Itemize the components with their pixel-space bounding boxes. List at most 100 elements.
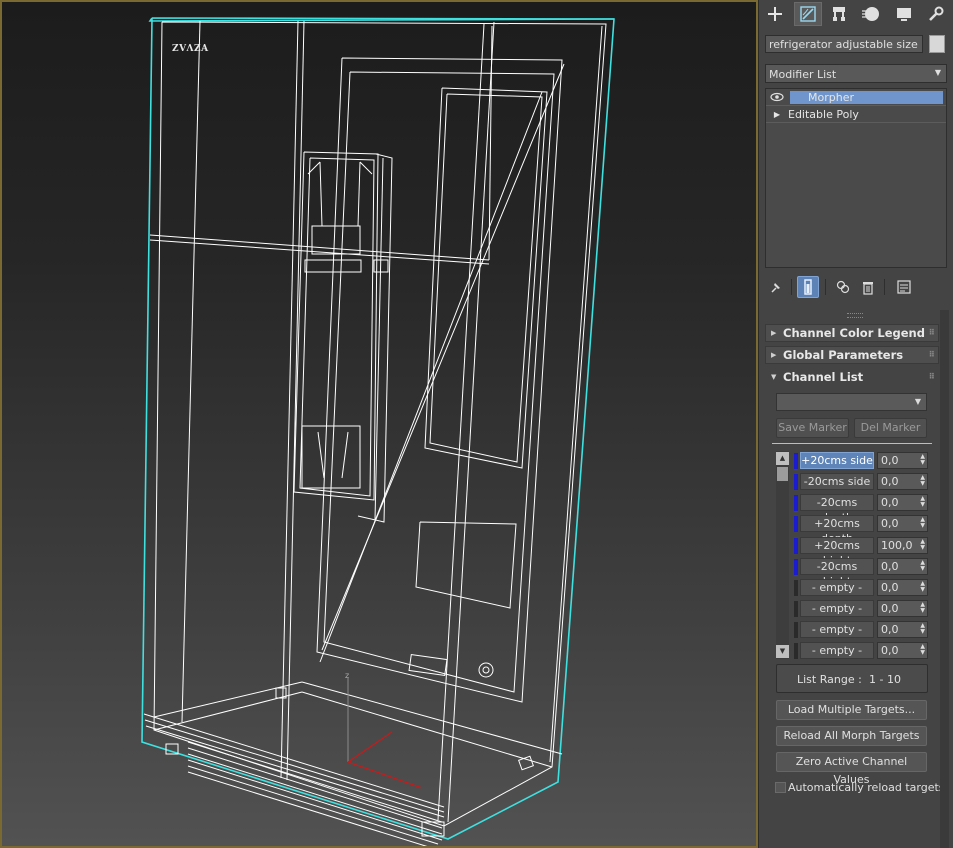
channel-scrollbar[interactable]: ▲ ▼ [776,451,789,659]
channel-name-button[interactable]: -20cms hight [800,558,874,588]
save-marker-button[interactable]: Save Marker [776,418,849,438]
scroll-down-arrow-icon[interactable]: ▼ [776,645,789,658]
rollout-title: Channel Color Legend [783,326,925,340]
pin-stack-button[interactable] [765,276,787,298]
trash-icon [863,282,873,295]
perspective-viewport[interactable]: z ZVɅZA [0,0,758,848]
modifier-stack: Morpher ▶ Editable Poly [765,88,947,268]
spinner-arrows-icon[interactable]: ▲ ▼ [920,623,925,635]
channel-value: 0,0 [881,602,899,615]
channel-row: +20cms hight 100,0 ▲▼ [794,537,929,567]
show-end-result-button[interactable] [797,276,819,298]
scroll-thumb[interactable] [777,467,788,481]
channel-value: 0,0 [881,644,899,657]
channel-name-button[interactable]: +20cms hight [800,537,874,567]
panel-splitter-handle[interactable] [847,313,863,318]
end-result-icon [804,279,812,295]
scroll-up-arrow-icon[interactable]: ▲ [776,452,789,465]
channel-name-button[interactable]: - empty - [800,621,874,638]
motion-tab[interactable] [857,2,885,26]
channel-color-indicator [794,516,798,532]
utilities-tab[interactable] [922,2,950,26]
channel-name-button[interactable]: - empty - [800,600,874,617]
hierarchy-tab[interactable] [825,2,853,26]
command-panel-tabs [759,0,953,28]
channel-color-indicator [794,495,798,511]
modify-tab[interactable] [794,2,822,26]
channel-value-spinner[interactable]: 0,0 ▲ ▼ [877,621,928,638]
spinner-arrows-icon[interactable]: ▲ ▼ [920,475,925,487]
make-unique-button[interactable] [832,276,854,298]
stack-item-editable-poly[interactable]: ▶ Editable Poly [766,106,946,123]
selection-outline [141,17,615,840]
spinner-arrows-icon[interactable]: ▲ ▼ [920,644,925,656]
channel-value: 0,0 [881,517,899,530]
motion-icon [862,7,879,21]
panel-scrollbar[interactable] [940,310,949,848]
channel-value: 0,0 [881,581,899,594]
spinner-arrows-icon[interactable]: ▲ ▼ [920,581,925,593]
collapsed-triangle-icon: ▶ [771,329,777,337]
channel-value-spinner[interactable]: 0,0 ▲ ▼ [877,558,928,575]
channel-color-indicator [794,643,798,659]
del-marker-button[interactable]: Del Marker [854,418,927,438]
remove-modifier-button[interactable] [857,276,879,298]
channel-color-indicator [794,622,798,638]
create-tab[interactable] [761,2,789,26]
rollout-title: Channel List [783,370,864,384]
channel-row: +20cms depth 0,0 ▲▼ [794,515,929,545]
spinner-arrows-icon[interactable]: ▲ ▼ [920,602,925,614]
channel-value: 0,0 [881,623,899,636]
configure-sets-button[interactable] [893,276,915,298]
spinner-arrows-icon[interactable]: ▲ ▼ [920,539,925,551]
modifier-list-dropdown[interactable]: Modifier List ▼ [765,64,947,83]
spinner-arrows-icon[interactable]: ▲ ▼ [920,496,925,508]
spinner-arrows-icon[interactable]: ▲ ▼ [920,517,925,529]
list-range-box: List Range : 1 - 10 [776,664,928,693]
channel-name-button[interactable]: +20cms side [800,452,874,469]
channel-name-button[interactable]: - empty - [800,579,874,596]
channel-name-button[interactable]: - empty - [800,642,874,659]
spinner-arrows-icon[interactable]: ▲ ▼ [920,560,925,572]
axis-gizmo: z [345,671,423,789]
channel-color-indicator [794,538,798,554]
load-multiple-targets-button[interactable]: Load Multiple Targets... [776,700,927,720]
channel-color-indicator [794,601,798,617]
make-unique-icon [836,280,850,294]
channel-name-button[interactable]: +20cms depth [800,515,874,545]
rollout-global-parameters[interactable]: ▶ Global Parameters ⠿ [765,346,939,364]
object-color-swatch[interactable] [929,35,945,53]
stack-item-morpher[interactable]: Morpher [766,89,946,106]
object-name-field[interactable]: refrigerator adjustable size [765,35,923,53]
reload-all-morph-targets-button[interactable]: Reload All Morph Targets [776,726,927,746]
expand-triangle-icon[interactable]: ▶ [770,106,784,122]
channel-value-spinner[interactable]: 0,0 ▲ ▼ [877,579,928,596]
list-range-label: List Range : [797,673,862,686]
channel-name-button[interactable]: -20cms depth [800,494,874,524]
drag-grip-icon: ⠿ [928,350,935,359]
channel-value-spinner[interactable]: 100,0 ▲ ▼ [877,537,928,554]
channel-value-spinner[interactable]: 0,0 ▲ ▼ [877,642,928,659]
channel-value-spinner[interactable]: 0,0 ▲ ▼ [877,600,928,617]
channel-row: - empty - 0,0 ▲ ▼ [794,621,929,639]
channel-name-button[interactable]: -20cms side [800,473,874,490]
spinner-arrows-icon[interactable]: ▲ ▼ [920,454,925,466]
rollout-channel-color-legend[interactable]: ▶ Channel Color Legend ⠿ [765,324,939,342]
eye-icon[interactable] [770,89,784,105]
channel-value: 0,0 [881,475,899,488]
channel-value-spinner[interactable]: 0,0 ▲ ▼ [877,515,928,532]
display-tab[interactable] [890,2,918,26]
drag-grip-icon: ⠿ [928,328,935,337]
channel-value-spinner[interactable]: 0,0 ▲ ▼ [877,473,928,490]
stack-toolbar [765,276,947,300]
channel-row: +20cms side 0,0 ▲ ▼ [794,452,929,470]
divider [772,443,932,444]
auto-reload-checkbox[interactable] [775,782,786,793]
marker-dropdown[interactable]: ▼ [776,393,927,411]
expanded-triangle-icon: ▼ [771,373,777,381]
channel-value-spinner[interactable]: 0,0 ▲ ▼ [877,494,928,511]
channel-value-spinner[interactable]: 0,0 ▲ ▼ [877,452,928,469]
channel-row: - empty - 0,0 ▲ ▼ [794,642,929,660]
rollout-channel-list[interactable]: ▼ Channel List ⠿ [765,368,939,386]
zero-active-channel-values-button[interactable]: Zero Active Channel Values [776,752,927,786]
